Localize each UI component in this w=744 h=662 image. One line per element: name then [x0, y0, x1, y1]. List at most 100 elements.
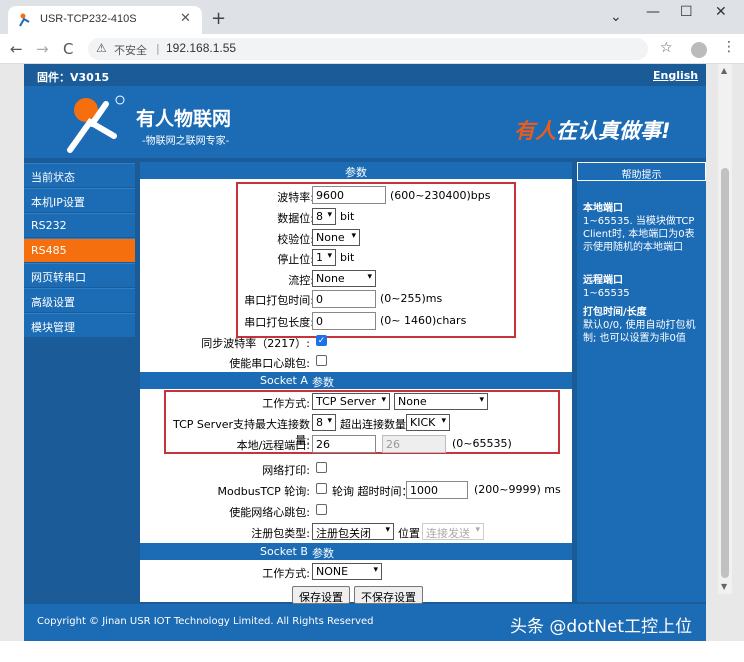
maximize-button[interactable]: ☐	[680, 4, 693, 20]
chevron-down-icon: ▾	[479, 395, 484, 405]
exceed-select[interactable]: KICK ▾	[406, 414, 450, 431]
remote-port-input[interactable]: 26	[382, 435, 446, 453]
page-viewport: 固件：V3015 English 有人物联网 -物联网之联网专家- 有人在认真做…	[0, 64, 744, 662]
help-remote-port-text: 1~65535	[583, 288, 630, 299]
copyright: Copyright © Jinan USR IOT Technology Lim…	[37, 616, 374, 627]
pack-len-range: (0~ 1460)chars	[380, 314, 467, 327]
omnibox-separator: |	[156, 42, 160, 55]
exceed-label: 超出连接数量	[340, 418, 406, 431]
nav-item-ip-settings[interactable]: 本机IP设置	[24, 188, 135, 212]
security-label: 不安全	[114, 44, 147, 57]
parity-select[interactable]: None ▾	[312, 229, 360, 246]
baud-label: 波特率:	[277, 191, 314, 204]
url-text[interactable]: 192.168.1.55	[166, 41, 236, 55]
chevron-down-icon: ▾	[327, 251, 332, 261]
nav-item-rs232[interactable]: RS232	[24, 213, 135, 237]
page-scrollbar[interactable]: ▲ ▼	[718, 64, 732, 594]
stopbits-label: 停止位:	[277, 253, 314, 266]
socket-a-subtitle: 参数	[312, 376, 334, 389]
omnibox[interactable]: ⚠ 不安全 | 192.168.1.55	[88, 38, 648, 60]
pack-time-input[interactable]: 0	[312, 290, 376, 308]
cancel-button[interactable]: 不保存设置	[354, 586, 423, 604]
nav-item-status[interactable]: 当前状态	[24, 163, 135, 187]
back-button[interactable]: ←	[10, 40, 23, 58]
stopbits-select[interactable]: 1 ▾	[312, 249, 336, 266]
scroll-down-icon[interactable]: ▼	[721, 582, 727, 591]
timeout-input[interactable]: 1000	[406, 481, 468, 499]
sync-baud-checkbox[interactable]: ✓	[316, 335, 327, 346]
help-local-port-title: 本地端口	[583, 203, 623, 214]
serial-heartbeat-label: 使能串口心跳包:	[229, 357, 310, 370]
chevron-down-icon: ▾	[475, 525, 480, 535]
databits-select[interactable]: 8 ▾	[312, 208, 336, 225]
pack-len-input[interactable]: 0	[312, 312, 376, 330]
nav-item-module-mgmt[interactable]: 模块管理	[24, 313, 135, 337]
socket-a-header: Socket A 参数	[140, 372, 572, 389]
pack-len-label: 串口打包长度:	[244, 316, 314, 329]
local-port-input[interactable]: 26	[312, 435, 376, 453]
slogan: 有人在认真做事!	[514, 115, 671, 145]
chevron-down-icon: ▾	[327, 416, 332, 426]
flow-select[interactable]: None ▾	[312, 270, 376, 287]
brand-subtitle: -物联网之联网专家-	[142, 136, 230, 147]
minimize-button[interactable]: —	[646, 4, 660, 20]
poll-timeout-label: 轮询 超时时间：	[332, 485, 413, 498]
tab-close-icon[interactable]: ✕	[180, 11, 191, 26]
browser-menu-icon[interactable]: ⋮	[722, 39, 736, 55]
net-heartbeat-checkbox[interactable]	[316, 504, 327, 515]
window-close-button[interactable]: ✕	[715, 4, 727, 20]
new-tab-button[interactable]: +	[211, 8, 226, 29]
params-header: 参数	[140, 162, 572, 179]
bookmark-star-icon[interactable]: ☆	[660, 40, 673, 56]
modbus-checkbox[interactable]	[316, 483, 327, 494]
banner: 有人物联网 -物联网之联网专家- 有人在认真做事!	[24, 86, 706, 158]
help-header: 帮助提示	[577, 162, 706, 181]
nav-item-rs485[interactable]: RS485	[24, 238, 135, 262]
netprint-checkbox[interactable]	[316, 462, 327, 473]
databits-value: 8	[316, 210, 323, 223]
mode2-select[interactable]: None ▾	[394, 393, 488, 410]
reload-button[interactable]: C	[63, 40, 73, 58]
reg-type-select[interactable]: 注册包关闭 ▾	[312, 523, 394, 540]
device-web-frame: 固件：V3015 English 有人物联网 -物联网之联网专家- 有人在认真做…	[24, 64, 706, 662]
settings-panel: 参数 波特率: 9600 (600~230400)bps 数据位: 8 ▾ bit…	[140, 162, 572, 604]
position-label: 位置	[398, 527, 420, 540]
databits-unit: bit	[340, 210, 355, 223]
browser-tab[interactable]: USR-TCP232-410S ✕	[8, 6, 202, 34]
watermark: 头条 @dotNet工控上位机	[510, 617, 693, 662]
socket-b-subtitle: 参数	[312, 547, 334, 560]
forward-button[interactable]: →	[36, 40, 49, 58]
reg-type-value: 注册包关闭	[316, 527, 371, 540]
mode-select[interactable]: TCP Server ▾	[312, 393, 390, 410]
position-value: 连接发送	[426, 527, 470, 540]
stopbits-unit: bit	[340, 251, 355, 264]
help-local-port-text: 1~65535. 当模块做TCP Client时, 本地端口为0表示使用随机的本…	[583, 216, 695, 253]
help-remote-port-title: 远程端口	[583, 275, 623, 286]
timeout-range: (200~9999) ms	[474, 483, 561, 496]
nav-item-web-serial[interactable]: 网页转串口	[24, 263, 135, 287]
reg-type-label: 注册包类型:	[251, 527, 310, 540]
position-select[interactable]: 连接发送 ▾	[422, 523, 484, 540]
profile-avatar[interactable]	[691, 42, 707, 58]
help-pack-text: 默认0/0, 使用自动打包机制; 也可以设置为非0值	[583, 320, 696, 344]
mode-label: 工作方式:	[262, 397, 310, 410]
help-pack-title: 打包时间/长度	[583, 307, 647, 318]
help-block-pack: 打包时间/长度 默认0/0, 使用自动打包机制; 也可以设置为非0值	[583, 306, 699, 345]
baud-input[interactable]: 9600	[312, 186, 386, 204]
save-button[interactable]: 保存设置	[292, 586, 350, 604]
scroll-up-icon[interactable]: ▲	[721, 66, 727, 75]
language-link[interactable]: English	[653, 69, 698, 82]
address-bar-row: ← → C ⚠ 不安全 | 192.168.1.55 ☆ ⋮	[0, 34, 744, 64]
nav-item-advanced[interactable]: 高级设置	[24, 288, 135, 312]
socket-b-mode-select[interactable]: NONE ▾	[312, 563, 382, 580]
warning-icon[interactable]: ⚠	[96, 41, 107, 55]
tab-search-icon[interactable]: ⌄	[610, 9, 622, 25]
side-nav: 当前状态 本机IP设置 RS232 RS485 网页转串口 高级设置 模块管理	[24, 163, 135, 338]
footer: Copyright © Jinan USR IOT Technology Lim…	[24, 604, 706, 662]
mode2-value: None	[398, 395, 427, 408]
serial-heartbeat-checkbox[interactable]	[316, 355, 327, 366]
scrollbar-thumb[interactable]	[721, 168, 729, 578]
slogan-highlight: 有人	[514, 119, 556, 143]
parity-value: None	[316, 231, 345, 244]
max-conn-select[interactable]: 8 ▾	[312, 414, 336, 431]
